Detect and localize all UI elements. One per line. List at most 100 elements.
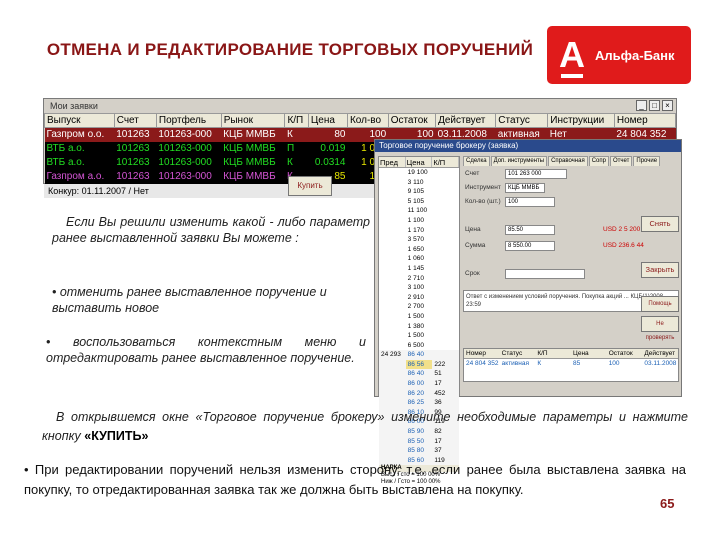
order-book-cell	[432, 302, 459, 312]
tab-3[interactable]: Сопр	[588, 156, 609, 166]
order-book-row[interactable]: 2 710	[379, 274, 459, 284]
tab-1[interactable]: Доп. инструменты	[490, 156, 548, 166]
order-book-cell	[379, 322, 406, 332]
order-book-cell: 3 110	[407, 178, 424, 186]
account-label: Счет	[465, 170, 480, 177]
order-book-column: Цена	[406, 157, 433, 167]
related-orders-column[interactable]: К/П	[535, 349, 571, 358]
tab-2[interactable]: Справочная	[548, 156, 588, 166]
column-header[interactable]: Счет	[113, 113, 157, 128]
related-orders-column[interactable]: Действует	[642, 349, 678, 358]
tab-5[interactable]: Прочие	[633, 156, 661, 166]
order-book-cell: 2 700	[407, 303, 424, 311]
order-book-row[interactable]: 11 100	[379, 206, 459, 216]
buy-button[interactable]: Купить	[288, 176, 332, 196]
order-dialog: Торговое поручение брокеру (заявка) Пред…	[374, 139, 682, 485]
related-orders-column[interactable]: Остаток	[607, 349, 643, 358]
order-book-row[interactable]: 85 80 37	[379, 446, 459, 456]
order-book-row[interactable]: 86 25 36	[379, 398, 459, 408]
tab-4[interactable]: Отчет	[609, 156, 633, 166]
order-book-row[interactable]: 1 650	[379, 245, 459, 255]
column-header[interactable]: Кол-во	[346, 113, 389, 128]
order-book-cell	[379, 254, 406, 264]
order-book-row[interactable]: 1 100	[379, 216, 459, 226]
order-book-row[interactable]: 86 00 17	[379, 379, 459, 389]
column-header[interactable]: Цена	[307, 113, 348, 128]
related-orders-column[interactable]: Номер	[464, 349, 500, 358]
order-book-cell	[432, 274, 459, 284]
column-header[interactable]: Действует	[435, 113, 497, 128]
order-book-cell: 37	[434, 447, 442, 455]
refresh-button[interactable]: Не проверять	[641, 316, 679, 341]
table-cell: 0.0314	[308, 155, 348, 170]
order-book-cell	[379, 226, 406, 236]
order-book-row[interactable]: 1 500	[379, 331, 459, 341]
minimize-icon[interactable]: _	[636, 100, 647, 111]
order-book-row[interactable]: 5 105	[379, 197, 459, 207]
sum-field[interactable]: 8 550.00	[505, 241, 555, 251]
order-book-column: Пред	[379, 157, 406, 167]
tab-0[interactable]: Сделка	[463, 156, 490, 166]
column-header[interactable]: Выпуск	[44, 113, 115, 128]
order-book-row[interactable]: 86 56 222	[379, 359, 459, 370]
order-book-cell: 86 00	[407, 380, 424, 388]
column-header[interactable]: Портфель	[155, 113, 222, 128]
order-book-cell	[432, 331, 459, 341]
order-book-cell	[379, 389, 406, 399]
order-book-row[interactable]: 9 105	[379, 187, 459, 197]
cancel-order-button[interactable]: Снять	[641, 216, 679, 232]
dialog-tabs: Сделка Доп. инструменты Справочная Сопр Отче…	[463, 156, 678, 166]
order-book-cell	[379, 312, 406, 322]
maximize-icon[interactable]: □	[649, 100, 660, 111]
help-button[interactable]: Помощь	[641, 296, 679, 312]
order-book-row[interactable]: 3 100	[379, 283, 459, 293]
order-book-row[interactable]: 6 500	[379, 341, 459, 351]
qty-field[interactable]: 100	[505, 197, 555, 207]
order-book-row[interactable]: 1 170	[379, 226, 459, 236]
table-row[interactable]: 24 804 352 активная К 85 100 03.11.2008	[464, 359, 678, 369]
order-book-row[interactable]: 2 700	[379, 302, 459, 312]
column-header[interactable]: Остаток	[387, 113, 437, 128]
table-cell: КЦБ ММВБ	[221, 155, 285, 170]
order-book-row[interactable]: 1 060	[379, 254, 459, 264]
close-icon[interactable]: ×	[662, 100, 673, 111]
order-book-row[interactable]: 24 293 86 40	[379, 350, 459, 360]
column-header[interactable]: Номер	[613, 113, 677, 128]
order-book-row[interactable]: 3 570	[379, 235, 459, 245]
price-field[interactable]: 85.50	[505, 225, 555, 235]
term-field[interactable]	[505, 269, 585, 279]
order-book-row[interactable]: 1 500	[379, 312, 459, 322]
order-book-cell: 1 100	[407, 216, 424, 224]
order-book-row[interactable]: 86 20 452	[379, 388, 459, 399]
account-field[interactable]: 101 263 000	[505, 169, 567, 179]
order-book-row[interactable]: 1 380	[379, 322, 459, 332]
order-book-cell	[432, 178, 459, 188]
related-orders-column[interactable]: Цена	[571, 349, 607, 358]
related-orders-column[interactable]: Статус	[500, 349, 536, 358]
order-book-row[interactable]: 1 145	[379, 264, 459, 274]
order-book-cell: 5 105	[407, 197, 424, 205]
order-book-cell	[379, 302, 406, 312]
column-header[interactable]: Статус	[495, 113, 549, 128]
note-paragraph-2: • отменить ранее выставленное поручение …	[52, 285, 327, 315]
order-book-row[interactable]: 19 100	[379, 168, 459, 178]
order-book-row[interactable]: 2 910	[379, 293, 459, 303]
column-header[interactable]: Рынок	[220, 113, 286, 128]
logo-letter: А	[559, 34, 585, 78]
table-cell: 101263	[114, 169, 157, 184]
order-book-cell: 2 910	[407, 293, 424, 301]
table-cell: КЦБ ММВБ	[221, 169, 285, 184]
order-book-cell	[432, 235, 459, 245]
column-header[interactable]: К/П	[284, 113, 309, 128]
order-book-row[interactable]: 3 110	[379, 178, 459, 188]
order-book-cell	[432, 254, 459, 264]
instrument-field[interactable]: КЦБ ММВБ	[505, 183, 545, 193]
table-cell: ВТБ а.о.	[44, 155, 115, 170]
close-button[interactable]: Закрыть	[641, 262, 679, 278]
order-book-cell	[432, 264, 459, 274]
table-cell: 80	[308, 127, 348, 142]
column-header[interactable]: Инструкции	[547, 113, 615, 128]
note-paragraph-3: • воспользоваться контекстным меню и отр…	[46, 335, 366, 365]
usd-amount-1: USD 2 5 200	[603, 226, 641, 233]
order-book-row[interactable]: 86 40 51	[379, 369, 459, 380]
